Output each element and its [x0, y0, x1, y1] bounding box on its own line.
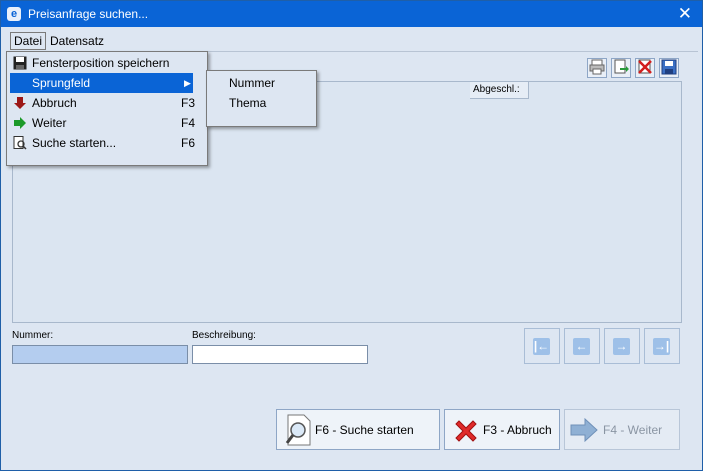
window-title: Preisanfrage suchen...	[28, 7, 149, 21]
nummer-input[interactable]	[12, 345, 188, 364]
arrow-down-icon	[13, 96, 27, 110]
arrow-right-icon	[570, 418, 598, 442]
floppy-disk-icon	[13, 56, 27, 70]
search-doc-icon	[13, 136, 27, 150]
submenu-item-label: Nummer	[229, 76, 276, 90]
next-icon: →	[613, 338, 630, 355]
beschreibung-label: Beschreibung:	[192, 330, 256, 341]
previous-record-button[interactable]: ←	[564, 328, 600, 364]
submenu-item-label: Thema	[229, 96, 267, 110]
menu-item-suche-starten[interactable]: Suche starten... F6	[10, 133, 196, 153]
submenu-item-thema[interactable]: Thema	[210, 93, 311, 113]
next-button-label: F4 - Weiter	[603, 423, 663, 437]
arrow-right-icon	[13, 116, 27, 130]
menu-datei[interactable]: Datei	[10, 32, 47, 50]
menu-item-label: Suche starten...	[32, 136, 117, 150]
save-icon[interactable]	[659, 58, 679, 78]
next-record-button[interactable]: →	[604, 328, 640, 364]
red-x-icon	[455, 420, 477, 442]
menu-item-label: Fensterposition speichern	[32, 56, 170, 70]
cancel-button[interactable]: F3 - Abbruch	[444, 409, 560, 450]
sprungfeld-submenu: Nummer Thema	[206, 70, 317, 127]
menu-item-shortcut: F4	[181, 116, 196, 130]
export-icon[interactable]	[611, 58, 631, 78]
menu-item-label: Sprungfeld	[32, 76, 91, 90]
app-icon: e	[7, 7, 21, 21]
menu-item-sprungfeld[interactable]: Sprungfeld ▶	[10, 73, 193, 93]
nummer-label: Nummer:	[12, 330, 54, 341]
search-button-label: F6 - Suche starten	[315, 423, 414, 437]
last-record-button[interactable]: →|	[644, 328, 680, 364]
beschreibung-input[interactable]	[192, 345, 368, 364]
menu-item-shortcut: F6	[181, 136, 196, 150]
title-bar[interactable]: e Preisanfrage suchen... ✕	[1, 1, 702, 27]
printer-icon[interactable]	[587, 58, 607, 78]
menu-item-abbruch[interactable]: Abbruch F3	[10, 93, 196, 113]
submenu-item-nummer[interactable]: Nummer	[210, 73, 311, 93]
next-button[interactable]: F4 - Weiter	[564, 409, 680, 450]
first-record-button[interactable]: |←	[524, 328, 560, 364]
datei-dropdown-menu: Fensterposition speichern Sprungfeld ▶ A…	[6, 51, 208, 166]
menu-item-shortcut: F3	[181, 96, 196, 110]
close-icon[interactable]: ✕	[678, 4, 692, 24]
menu-datensatz[interactable]: Datensatz	[47, 32, 107, 50]
menu-item-label: Weiter	[32, 116, 67, 130]
menu-item-fensterposition[interactable]: Fensterposition speichern	[10, 53, 193, 73]
menu-bar: Datei Datensatz	[1, 29, 702, 51]
menu-item-weiter[interactable]: Weiter F4	[10, 113, 196, 133]
submenu-arrow-icon: ▶	[184, 78, 191, 88]
menu-item-label: Abbruch	[32, 96, 77, 110]
cancel-button-label: F3 - Abbruch	[483, 423, 552, 437]
column-header-abgeschl[interactable]: Abgeschl.:	[470, 82, 529, 99]
delete-icon[interactable]	[635, 58, 655, 78]
last-icon: →|	[653, 338, 670, 355]
search-icon	[285, 414, 311, 446]
prev-icon: ←	[573, 338, 590, 355]
first-icon: |←	[533, 338, 550, 355]
search-button[interactable]: F6 - Suche starten	[276, 409, 440, 450]
